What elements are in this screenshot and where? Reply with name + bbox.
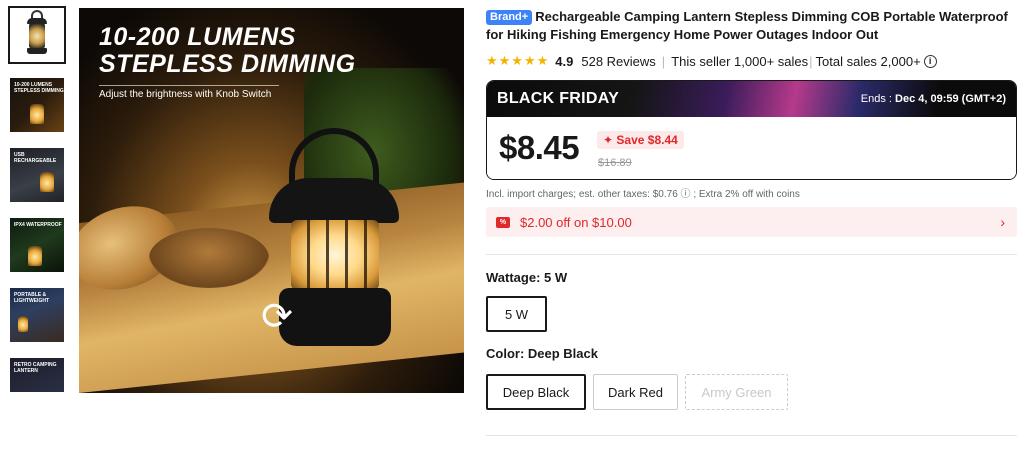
color-value: Deep Black — [527, 346, 598, 361]
tax-note: Incl. import charges; est. other taxes: … — [486, 189, 800, 200]
save-badge: ✦ Save $8.44 — [597, 131, 684, 149]
rating-row: ★★★★★ 4.9 528 Reviews | This seller 1,00… — [486, 52, 1016, 70]
star-rating-icon: ★★★★★ — [486, 53, 550, 68]
lantern-icon — [28, 246, 42, 266]
black-friday-banner: BLACK FRIDAY Ends : Dec 4, 09:59 (GMT+2) — [487, 81, 1016, 117]
original-price: $16.89 — [598, 157, 632, 169]
product-title-text: Rechargeable Camping Lantern Stepless Di… — [486, 9, 1008, 42]
thumbnail-3[interactable]: USB RECHARGEABLE — [10, 148, 64, 202]
thumbnail-caption: RETRO CAMPING LANTERN — [14, 362, 57, 374]
image-headline-line-2: STEPLESS DIMMING — [99, 50, 356, 78]
wattage-value: 5 W — [544, 270, 568, 285]
coupon-banner[interactable]: % $2.00 off on $10.00 › — [486, 207, 1017, 237]
wattage-option-5w[interactable]: 5 W — [486, 296, 547, 332]
thumbnail-6[interactable]: RETRO CAMPING LANTERN — [10, 358, 64, 392]
thumbnail-4[interactable]: IPX4 WATERPROOF — [10, 218, 64, 272]
headline-divider — [99, 85, 279, 86]
deal-ends-prefix: Ends : — [860, 93, 896, 105]
coupon-text: $2.00 off on $10.00 — [520, 214, 632, 230]
coupon-icon: % — [496, 216, 510, 228]
color-options: Deep Black Dark Red Army Green — [486, 374, 1016, 410]
reviews-link[interactable]: 528 Reviews — [581, 54, 655, 69]
deal-label: BLACK FRIDAY — [497, 90, 620, 107]
product-info: Brand+ Rechargeable Camping Lantern Stepl… — [486, 8, 1017, 410]
seller-sales: This seller 1,000+ sales — [671, 53, 809, 69]
lantern-cage — [291, 220, 379, 290]
separator: | — [661, 53, 666, 69]
color-label: Color: Deep Black — [486, 346, 1016, 361]
lantern-glass — [29, 22, 45, 48]
price-area: $8.45 ✦ Save $8.44 $16.89 — [487, 117, 1016, 179]
thumbnail-5[interactable]: PORTABLE & LIGHTWEIGHT — [10, 288, 64, 342]
wattage-label-text: Wattage: — [486, 270, 545, 285]
total-sales: Total sales 2,000+ — [815, 53, 921, 69]
color-option-deep-black[interactable]: Deep Black — [486, 374, 586, 410]
thumbnail-1[interactable] — [8, 6, 66, 64]
image-headline-line-1: 10-200 LUMENS — [99, 23, 296, 51]
wicker-basket — [149, 228, 269, 288]
product-title: Brand+ Rechargeable Camping Lantern Stepl… — [486, 8, 1016, 44]
color-option-dark-red[interactable]: Dark Red — [593, 374, 678, 410]
wattage-label: Wattage: 5 W — [486, 270, 1016, 285]
chevron-right-icon: › — [1000, 214, 1005, 230]
info-icon[interactable]: i — [923, 54, 937, 68]
fire-icon: ✦ — [603, 133, 614, 147]
brand-plus-badge: Brand+ — [486, 10, 533, 25]
thumbnail-2[interactable]: 10-200 LUMENS STEPLESS DIMMING — [10, 78, 64, 132]
thumbnail-caption: 10-200 LUMENS STEPLESS DIMMING — [14, 82, 64, 94]
thumbnail-caption: USB RECHARGEABLE — [14, 152, 57, 164]
rotate-arrows-icon: ⟳ — [261, 296, 293, 338]
deal-ends-time: Dec 4, 09:59 (GMT+2) — [895, 93, 1006, 105]
lantern-icon — [40, 172, 54, 192]
color-option-army-green: Army Green — [685, 374, 788, 410]
divider — [486, 435, 1017, 436]
lantern-icon — [30, 104, 44, 124]
main-product-image[interactable]: ⟳ 10-200 LUMENS STEPLESS DIMMING Adjust … — [79, 8, 464, 393]
save-amount: Save $8.44 — [616, 133, 678, 147]
image-subhead: Adjust the brightness with Knob Switch — [99, 89, 272, 100]
deal-box: BLACK FRIDAY Ends : Dec 4, 09:59 (GMT+2)… — [486, 80, 1017, 180]
color-label-text: Color: — [486, 346, 528, 361]
current-price: $8.45 — [499, 129, 580, 166]
separator: | — [809, 53, 813, 69]
divider — [486, 254, 1017, 255]
rating-value: 4.9 — [555, 53, 574, 69]
thumbnail-gallery: 10-200 LUMENS STEPLESS DIMMING USB RECHA… — [8, 6, 66, 392]
lantern-icon — [18, 316, 28, 332]
lantern-cap — [269, 178, 399, 223]
thumbnail-caption: PORTABLE & LIGHTWEIGHT — [14, 292, 49, 304]
wattage-options: 5 W — [486, 296, 1016, 332]
lantern-base — [27, 48, 47, 54]
image-headline: 10-200 LUMENS STEPLESS DIMMING — [99, 24, 356, 78]
deal-ends: Ends : Dec 4, 09:59 (GMT+2) — [861, 93, 1006, 105]
thumbnail-caption: IPX4 WATERPROOF — [14, 222, 62, 228]
